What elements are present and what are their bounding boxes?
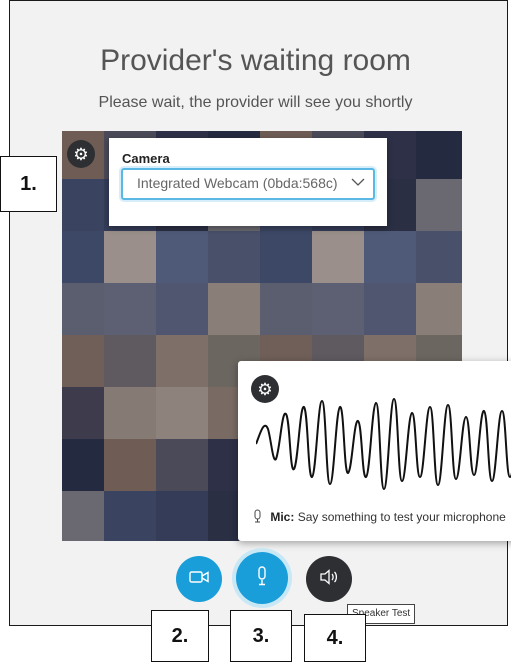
- camera-icon: [189, 570, 209, 589]
- speaker-test-button[interactable]: [306, 556, 352, 602]
- page-title: Provider's waiting room: [100, 44, 411, 77]
- microphone-toggle-button[interactable]: [236, 552, 288, 604]
- video-pixel: [312, 283, 364, 335]
- video-pixel: [104, 231, 156, 283]
- video-pixel: [416, 131, 462, 179]
- mic-prompt: Say something to test your microphone: [297, 510, 506, 524]
- camera-settings-gear-icon[interactable]: ⚙: [67, 140, 95, 168]
- video-pixel: [62, 387, 104, 439]
- camera-toggle-button[interactable]: [176, 556, 222, 602]
- video-pixel: [156, 335, 208, 387]
- video-pixel: [104, 335, 156, 387]
- mic-test-panel: ⚙ Mic: Say something to test your microp…: [238, 361, 511, 541]
- video-pixel: [62, 491, 104, 541]
- callout-3: 3.: [230, 610, 292, 662]
- chevron-down-icon: [351, 174, 365, 190]
- video-pixel: [416, 231, 462, 283]
- video-pixel: [62, 179, 104, 231]
- video-pixel: [62, 335, 104, 387]
- video-pixel: [104, 387, 156, 439]
- video-pixel: [156, 491, 208, 541]
- microphone-icon: [253, 509, 270, 524]
- video-pixel: [156, 387, 208, 439]
- video-pixel: [62, 439, 104, 491]
- video-pixel: [416, 283, 462, 335]
- mic-label: Mic:: [270, 510, 295, 524]
- microphone-icon: [256, 565, 268, 591]
- callout-4: 4.: [304, 614, 366, 662]
- video-pixel: [364, 231, 416, 283]
- video-pixel: [62, 283, 104, 335]
- video-pixel: [260, 283, 312, 335]
- camera-settings-panel: Camera Integrated Webcam (0bda:568c): [109, 138, 387, 226]
- page-subtitle: Please wait, the provider will see you s…: [98, 94, 413, 111]
- callout-2: 2.: [151, 610, 209, 662]
- video-pixel: [156, 439, 208, 491]
- camera-select-value: Integrated Webcam (0bda:568c): [137, 175, 338, 191]
- video-pixel: [62, 231, 104, 283]
- video-pixel: [260, 231, 312, 283]
- video-pixel: [104, 439, 156, 491]
- speaker-icon: [319, 568, 339, 590]
- video-pixel: [208, 231, 260, 283]
- camera-label: Camera: [122, 151, 170, 166]
- mic-status: Mic: Say something to test your micropho…: [253, 509, 506, 524]
- callout-1: 1.: [0, 156, 57, 212]
- video-pixel: [104, 491, 156, 541]
- video-pixel: [104, 283, 156, 335]
- video-pixel: [416, 179, 462, 231]
- video-pixel: [156, 231, 208, 283]
- video-pixel: [156, 283, 208, 335]
- video-pixel: [364, 283, 416, 335]
- camera-select[interactable]: Integrated Webcam (0bda:568c): [121, 168, 375, 200]
- video-pixel: [208, 283, 260, 335]
- mic-waveform: [256, 398, 511, 490]
- video-pixel: [312, 231, 364, 283]
